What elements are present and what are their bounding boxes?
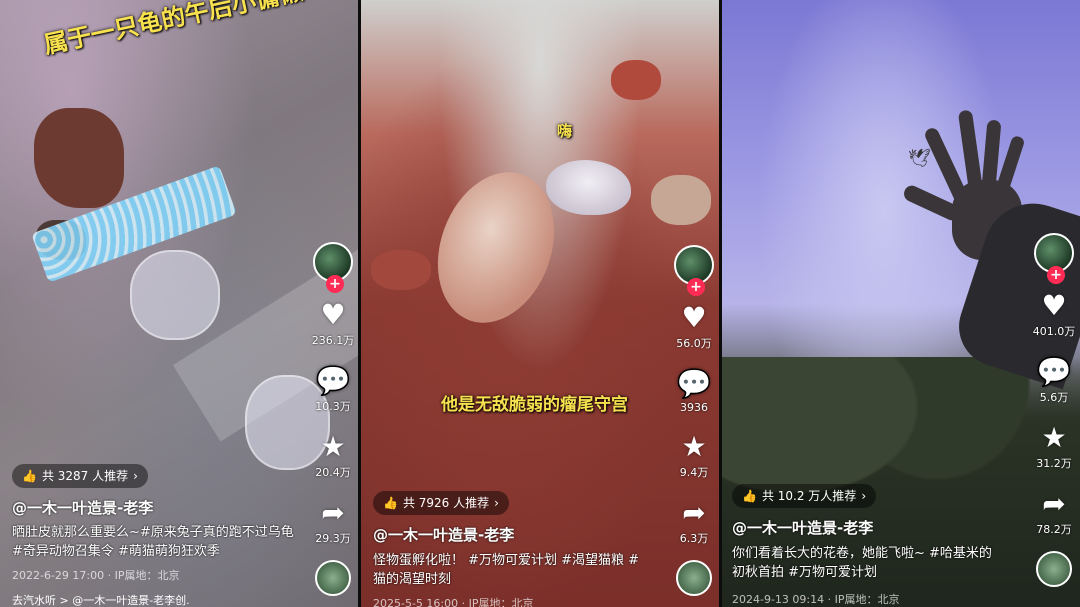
bird-image: 🕊 — [908, 148, 931, 169]
video-panel-2[interactable]: 嗨 他是无敌脆弱的瘤尾守宫 + ♥ 56.0万 💬 3936 ★ 9.4万 ➦ … — [361, 0, 719, 607]
video-description: 晒肚皮就那么重要么~#原来兔子真的跑不过乌龟 #奇异动物召集令 #萌猫萌狗狂欢季 — [12, 525, 294, 559]
share-action[interactable]: ➦ 29.3万 — [315, 498, 351, 546]
like-count: 401.0万 — [1032, 325, 1076, 338]
favorite-count: 9.4万 — [679, 466, 709, 479]
turtle-image — [130, 250, 220, 340]
comment-action[interactable]: 💬 5.6万 — [1037, 357, 1072, 405]
plus-icon[interactable]: + — [687, 278, 705, 296]
share-arrow-icon[interactable]: ➦ — [682, 498, 705, 528]
like-action[interactable]: ♥ 56.0万 — [676, 303, 712, 351]
comment-bubble-icon[interactable]: 💬 — [316, 366, 351, 396]
share-action[interactable]: ➦ 6.3万 — [680, 498, 709, 546]
favorite-count: 20.4万 — [315, 466, 351, 479]
like-action[interactable]: ♥ 401.0万 — [1033, 291, 1076, 339]
comment-count: 10.3万 — [315, 400, 351, 413]
video-caption-small: 嗨 — [557, 122, 573, 140]
heart-icon[interactable]: ♥ — [681, 303, 706, 333]
post-meta: 2025-5-5 16:00 · IP属地：北京 — [373, 597, 534, 607]
music-disc[interactable] — [1036, 551, 1072, 587]
action-rail: + ♥ 236.1万 💬 10.3万 ★ 20.4万 ➦ 29.3万 — [303, 242, 358, 596]
thumbs-up-icon: 👍 — [742, 489, 757, 503]
recommend-text: 共 7926 人推荐 — [402, 496, 490, 510]
star-icon[interactable]: ★ — [320, 432, 345, 462]
share-action[interactable]: ➦ 78.2万 — [1036, 489, 1072, 537]
like-count: 56.0万 — [676, 337, 712, 350]
gravel-image — [371, 250, 431, 290]
recommend-text: 共 3287 人推荐 — [41, 469, 129, 483]
video-caption: 他是无敌脆弱的瘤尾守宫 — [441, 395, 628, 415]
recommend-pill[interactable]: 👍 共 7926 人推荐 › — [373, 491, 509, 515]
favorite-action[interactable]: ★ 9.4万 — [680, 432, 709, 480]
video-description: 你们看着长大的花卷，她能飞啦~ #哈基米的初秋首拍 #万物可爱计划 — [732, 546, 992, 580]
video-panel-1[interactable]: 属于一只龟的午后小慵懒 + ♥ 236.1万 💬 10.3万 ★ 20.4万 ➦… — [0, 0, 358, 607]
gecko-image — [546, 160, 631, 215]
recommend-pill[interactable]: 👍 共 3287 人推荐 › — [12, 464, 148, 488]
author-name[interactable]: @一木一叶造景-老李 — [373, 524, 514, 545]
recommend-pill[interactable]: 👍 共 10.2 万人推荐 › — [732, 484, 877, 508]
plus-icon[interactable]: + — [1047, 266, 1065, 284]
music-link[interactable]: 去汽水听 > @一木一叶造景-老李创. — [12, 592, 190, 607]
comment-action[interactable]: 💬 10.3万 — [315, 366, 351, 414]
favorite-action[interactable]: ★ 31.2万 — [1036, 423, 1072, 471]
post-meta: 2024-9-13 09:14 · IP属地：北京 — [732, 593, 900, 606]
action-rail: + ♥ 401.0万 💬 5.6万 ★ 31.2万 ➦ 78.2万 — [1024, 233, 1080, 587]
share-arrow-icon[interactable]: ➦ — [1042, 489, 1065, 519]
share-arrow-icon[interactable]: ➦ — [321, 498, 344, 528]
recommend-text: 共 10.2 万人推荐 — [761, 489, 857, 503]
heart-icon[interactable]: ♥ — [320, 300, 345, 330]
favorite-action[interactable]: ★ 20.4万 — [315, 432, 351, 480]
author-avatar[interactable]: + — [1034, 233, 1074, 284]
chevron-right-icon: › — [133, 469, 138, 483]
post-meta: 2022-6-29 17:00 · IP属地：北京 — [12, 569, 180, 582]
music-disc[interactable] — [315, 560, 351, 596]
share-count: 29.3万 — [315, 532, 351, 545]
author-name[interactable]: @一木一叶造景-老李 — [732, 517, 873, 538]
author-avatar[interactable]: + — [674, 245, 714, 296]
music-disc[interactable] — [676, 560, 712, 596]
star-icon[interactable]: ★ — [681, 432, 706, 462]
favorite-count: 31.2万 — [1036, 457, 1072, 470]
thumbs-up-icon: 👍 — [383, 496, 398, 510]
author-avatar[interactable]: + — [313, 242, 353, 293]
chevron-right-icon: › — [494, 496, 499, 510]
comment-action[interactable]: 💬 3936 — [677, 369, 712, 415]
comment-count: 3936 — [680, 401, 708, 414]
like-count: 236.1万 — [311, 334, 355, 347]
comment-count: 5.6万 — [1039, 391, 1069, 404]
gravel-image — [651, 175, 711, 225]
share-count: 6.3万 — [679, 532, 709, 545]
chevron-right-icon: › — [861, 489, 867, 503]
share-count: 78.2万 — [1036, 523, 1072, 536]
like-action[interactable]: ♥ 236.1万 — [312, 300, 355, 348]
comment-bubble-icon[interactable]: 💬 — [677, 369, 712, 399]
video-description: 怪物蛋孵化啦！ #万物可爱计划 #渴望猫粮 #猫的渴望时刻 — [373, 553, 640, 587]
comment-bubble-icon[interactable]: 💬 — [1037, 357, 1072, 387]
thumbs-up-icon: 👍 — [22, 469, 37, 483]
rock-image — [34, 108, 124, 208]
author-name[interactable]: @一木一叶造景-老李 — [12, 497, 153, 518]
gravel-image — [611, 60, 661, 100]
heart-icon[interactable]: ♥ — [1041, 291, 1066, 321]
video-caption: 属于一只龟的午后小慵懒 — [41, 0, 306, 60]
plus-icon[interactable]: + — [326, 275, 344, 293]
star-icon[interactable]: ★ — [1041, 423, 1066, 453]
video-panel-3[interactable]: 🕊 + ♥ 401.0万 💬 5.6万 ★ 31.2万 ➦ 78.2万 👍 共 … — [722, 0, 1080, 607]
video-feed-collage: 属于一只龟的午后小慵懒 + ♥ 236.1万 💬 10.3万 ★ 20.4万 ➦… — [0, 0, 1080, 607]
action-rail: + ♥ 56.0万 💬 3936 ★ 9.4万 ➦ 6.3万 — [664, 245, 719, 596]
